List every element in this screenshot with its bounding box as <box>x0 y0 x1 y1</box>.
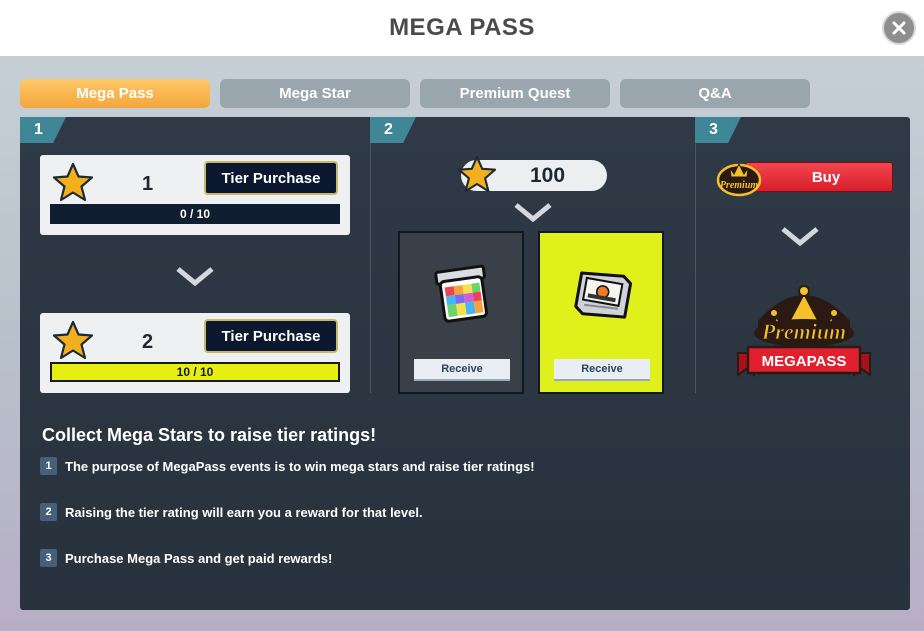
close-button[interactable] <box>884 13 914 43</box>
buy-button[interactable]: Buy <box>745 162 893 192</box>
star-icon <box>52 162 94 202</box>
tier-number: 1 <box>142 173 154 195</box>
progress-text: 10 / 10 <box>176 365 214 379</box>
step-1-label: 1 <box>20 117 66 143</box>
premium-megapass-logo: Premium MEGAPASS <box>737 285 871 377</box>
chevron-down-icon <box>514 203 552 223</box>
premium-badge-icon: Premium <box>716 162 762 197</box>
info-heading: Collect Mega Stars to raise tier ratings… <box>42 425 377 445</box>
info-number-badge: 3 <box>40 549 57 567</box>
info-text: Raising the tier rating will earn you a … <box>65 504 423 520</box>
tab-bar: Mega Pass Mega Star Premium Quest Q&A <box>20 79 810 108</box>
main-panel: 1 2 3 1 Tier Purchase 0 / 10 2 Tier Purc… <box>20 117 910 610</box>
paint-swatch-icon <box>434 264 488 323</box>
info-number-badge: 1 <box>40 457 57 475</box>
tier-progress-bar: 10 / 10 <box>50 362 340 382</box>
progress-text: 0 / 10 <box>179 207 211 221</box>
close-icon <box>892 21 906 35</box>
tier-card-1: 1 Tier Purchase 0 / 10 <box>40 155 350 235</box>
receive-button[interactable]: Receive <box>414 359 510 381</box>
receive-button[interactable]: Receive <box>554 359 650 381</box>
star-count: 100 <box>530 164 566 187</box>
info-number-badge: 2 <box>40 503 57 521</box>
tier-purchase-button[interactable]: Tier Purchase <box>204 161 338 195</box>
info-text: The purpose of MegaPass events is to win… <box>65 458 535 474</box>
premium-logo-banner: MEGAPASS <box>762 353 847 370</box>
info-item: 1 The purpose of MegaPass events is to w… <box>40 457 535 475</box>
star-icon <box>457 155 497 193</box>
info-item: 2 Raising the tier rating will earn you … <box>40 503 423 521</box>
info-text: Purchase Mega Pass and get paid rewards! <box>65 550 333 566</box>
title-bar: MEGA PASS <box>0 0 924 56</box>
column-divider <box>370 117 371 393</box>
chevron-down-icon <box>176 267 214 287</box>
tab-qa[interactable]: Q&A <box>620 79 810 108</box>
chevron-down-icon <box>781 227 819 247</box>
tier-number: 2 <box>142 331 154 353</box>
tier-progress-bar: 0 / 10 <box>50 204 340 224</box>
tier-purchase-button[interactable]: Tier Purchase <box>204 319 338 353</box>
info-item: 3 Purchase Mega Pass and get paid reward… <box>40 549 332 567</box>
tier-card-2: 2 Tier Purchase 10 / 10 <box>40 313 350 393</box>
step-3-label: 3 <box>695 117 741 143</box>
tab-premium-quest[interactable]: Premium Quest <box>420 79 610 108</box>
reward-card-2: Receive <box>538 231 664 394</box>
step-2-label: 2 <box>370 117 416 143</box>
page-title: MEGA PASS <box>389 14 535 41</box>
star-icon <box>52 320 94 360</box>
reward-card-1: Receive <box>398 231 524 394</box>
tab-mega-pass[interactable]: Mega Pass <box>20 79 210 108</box>
premium-badge-text: Premium <box>720 180 759 191</box>
cartridge-icon <box>574 271 633 319</box>
premium-logo-text: Premium <box>761 319 846 344</box>
tab-mega-star[interactable]: Mega Star <box>220 79 410 108</box>
column-divider <box>695 117 696 393</box>
